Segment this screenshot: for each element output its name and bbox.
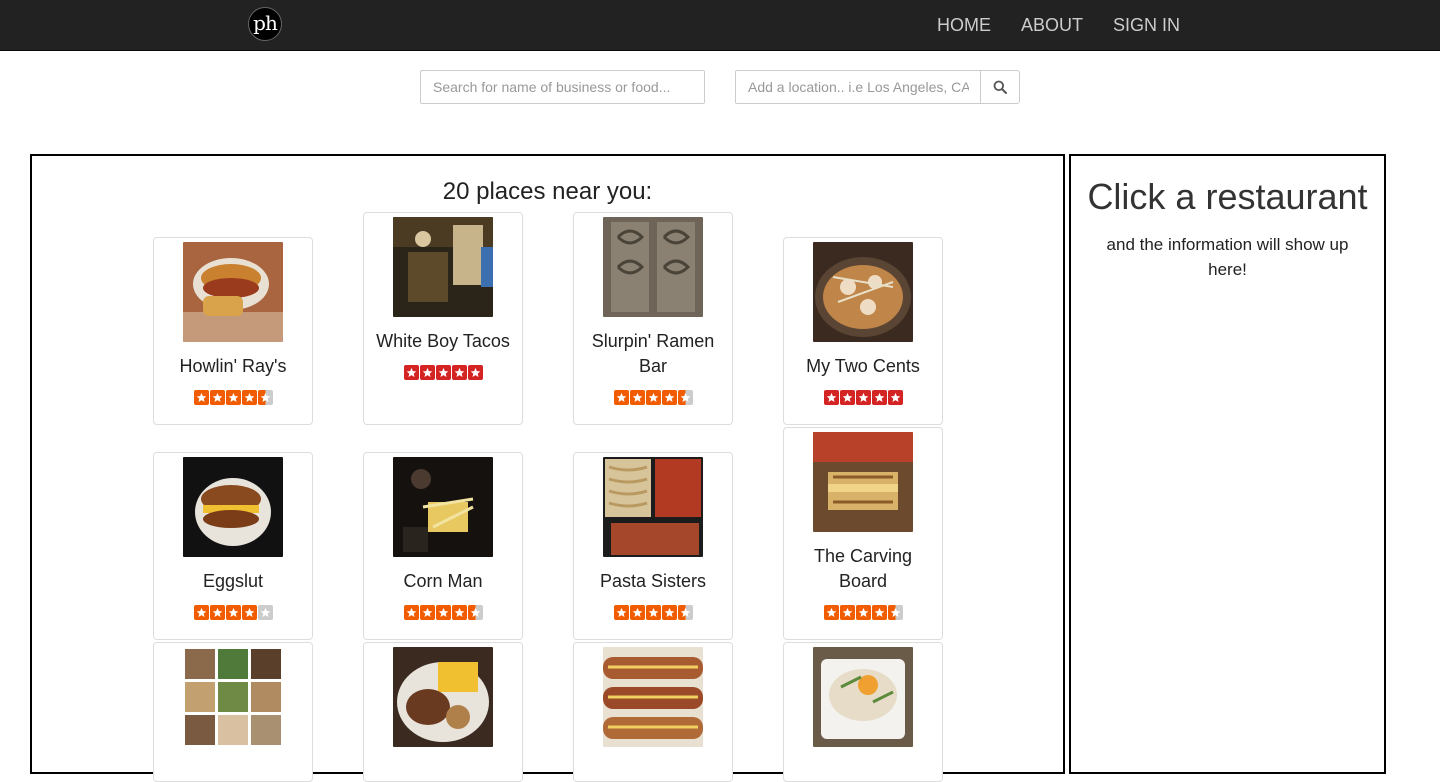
restaurant-card[interactable]: [153, 642, 313, 782]
restaurant-photo: [393, 457, 493, 557]
restaurant-photo: [183, 647, 283, 747]
star-icon: [823, 605, 839, 620]
restaurant-card[interactable]: Pasta Sisters: [573, 452, 733, 640]
restaurant-card[interactable]: The Carving Board: [783, 427, 943, 640]
restaurant-card[interactable]: [573, 642, 733, 782]
star-rating: [154, 605, 312, 620]
nav-sign-in-link[interactable]: SIGN IN: [1113, 15, 1180, 36]
restaurant-photo: [813, 647, 913, 747]
star-icon: [403, 365, 419, 380]
star-rating: [364, 605, 522, 620]
results-title: 20 places near you:: [442, 178, 653, 205]
star-icon: [661, 605, 677, 620]
restaurant-card[interactable]: My Two Cents: [783, 237, 943, 425]
star-rating: [784, 390, 942, 405]
star-icon: [629, 605, 645, 620]
restaurant-info-panel: Click a restaurant and the information w…: [1069, 154, 1386, 774]
star-icon: [887, 390, 903, 405]
restaurant-name: Eggslut: [202, 571, 264, 591]
star-rating: [574, 390, 732, 405]
restaurant-photo: [393, 647, 493, 747]
star-icon: [839, 390, 855, 405]
star-icon: [419, 605, 435, 620]
info-subtitle: and the information will show up here!: [1106, 235, 1349, 279]
star-icon: [241, 390, 257, 405]
nav-home-link[interactable]: HOME: [937, 15, 991, 36]
nav-links: HOME ABOUT SIGN IN: [907, 0, 1180, 50]
star-icon: [613, 390, 629, 405]
star-icon: [241, 605, 257, 620]
star-icon: [225, 605, 241, 620]
star-icon: [613, 605, 629, 620]
top-navbar: ph HOME ABOUT SIGN IN: [0, 0, 1440, 51]
restaurant-photo: [813, 432, 913, 532]
food-search-input[interactable]: [420, 70, 705, 104]
star-icon: [871, 605, 887, 620]
star-icon: [435, 605, 451, 620]
location-search-input[interactable]: [735, 70, 981, 104]
star-icon: [467, 365, 483, 380]
restaurant-card[interactable]: [363, 642, 523, 782]
star-icon: [257, 390, 273, 405]
restaurant-photo: [603, 457, 703, 557]
star-icon: [209, 390, 225, 405]
star-icon: [855, 605, 871, 620]
star-icon: [225, 390, 241, 405]
star-icon: [645, 390, 661, 405]
restaurant-name: Corn Man: [403, 571, 483, 591]
restaurant-name: Howlin' Ray's: [179, 356, 287, 376]
star-rating: [154, 390, 312, 405]
star-icon: [193, 390, 209, 405]
restaurant-card[interactable]: [783, 642, 943, 782]
star-icon: [435, 365, 451, 380]
restaurant-card[interactable]: Howlin' Ray's: [153, 237, 313, 425]
restaurant-name: Pasta Sisters: [599, 571, 707, 591]
star-icon: [645, 605, 661, 620]
info-title: Click a restaurant: [1087, 176, 1368, 217]
star-icon: [871, 390, 887, 405]
star-icon: [451, 605, 467, 620]
star-icon: [419, 365, 435, 380]
search-button[interactable]: [980, 70, 1020, 104]
star-icon: [257, 605, 273, 620]
star-icon: [629, 390, 645, 405]
star-icon: [823, 390, 839, 405]
restaurant-card[interactable]: White Boy Tacos: [363, 212, 523, 425]
restaurant-name: The Carving Board: [813, 546, 913, 591]
restaurant-card[interactable]: Corn Man: [363, 452, 523, 640]
restaurant-name: My Two Cents: [806, 356, 920, 376]
star-rating: [574, 605, 732, 620]
star-icon: [403, 605, 419, 620]
star-icon: [661, 390, 677, 405]
restaurant-name: Slurpin' Ramen Bar: [591, 331, 715, 376]
search-icon: [993, 80, 1007, 94]
nav-about-link[interactable]: ABOUT: [1021, 15, 1083, 36]
restaurant-card[interactable]: Eggslut: [153, 452, 313, 640]
restaurant-name: White Boy Tacos: [376, 331, 510, 351]
restaurant-photo: [603, 217, 703, 317]
restaurant-photo: [183, 457, 283, 557]
star-icon: [887, 605, 903, 620]
star-icon: [451, 365, 467, 380]
restaurant-photo: [813, 242, 913, 342]
star-icon: [855, 390, 871, 405]
star-icon: [193, 605, 209, 620]
restaurant-photo: [393, 217, 493, 317]
star-rating: [784, 605, 942, 620]
star-icon: [677, 605, 693, 620]
brand-logo[interactable]: ph: [248, 7, 282, 41]
star-icon: [839, 605, 855, 620]
star-icon: [209, 605, 225, 620]
restaurant-card[interactable]: Slurpin' Ramen Bar: [573, 212, 733, 425]
restaurant-photo: [183, 242, 283, 342]
star-icon: [677, 390, 693, 405]
star-rating: [364, 365, 522, 380]
star-icon: [467, 605, 483, 620]
restaurant-photo: [603, 647, 703, 747]
